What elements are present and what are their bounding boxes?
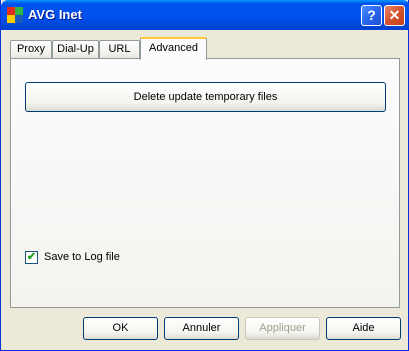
- window-title: AVG Inet: [28, 7, 82, 22]
- dialog-window: AVG Inet ? ✕ Proxy Dial-Up URL Advanced …: [0, 0, 409, 351]
- tab-dial-up[interactable]: Dial-Up: [52, 40, 99, 59]
- save-log-label[interactable]: Save to Log file: [44, 251, 120, 264]
- question-icon: ?: [367, 7, 376, 23]
- save-log-checkbox[interactable]: ✔: [25, 251, 38, 264]
- avg-logo-icon: [7, 7, 23, 23]
- tab-advanced[interactable]: Advanced: [140, 37, 207, 60]
- close-button[interactable]: ✕: [384, 5, 405, 26]
- button-label: OK: [112, 322, 129, 334]
- close-icon: ✕: [388, 7, 401, 23]
- tab-label: Proxy: [16, 43, 46, 55]
- checkmark-icon: ✔: [26, 251, 37, 263]
- tab-label: Advanced: [149, 42, 198, 54]
- button-label: Appliquer: [259, 322, 306, 334]
- tab-label: Dial-Up: [57, 43, 94, 55]
- help-button[interactable]: ?: [361, 5, 382, 26]
- delete-update-temp-files-button[interactable]: Delete update temporary files: [25, 82, 386, 112]
- title-bar[interactable]: AVG Inet ? ✕: [1, 0, 409, 30]
- tab-proxy[interactable]: Proxy: [10, 40, 52, 59]
- cancel-button[interactable]: Annuler: [164, 317, 239, 340]
- ok-button[interactable]: OK: [83, 317, 158, 340]
- button-label: Delete update temporary files: [133, 91, 278, 103]
- apply-button[interactable]: Appliquer: [245, 317, 320, 340]
- help-footer-button[interactable]: Aide: [326, 317, 401, 340]
- button-label: Aide: [352, 322, 375, 334]
- tab-url[interactable]: URL: [99, 40, 140, 59]
- button-label: Annuler: [182, 322, 221, 334]
- tab-label: URL: [108, 43, 131, 55]
